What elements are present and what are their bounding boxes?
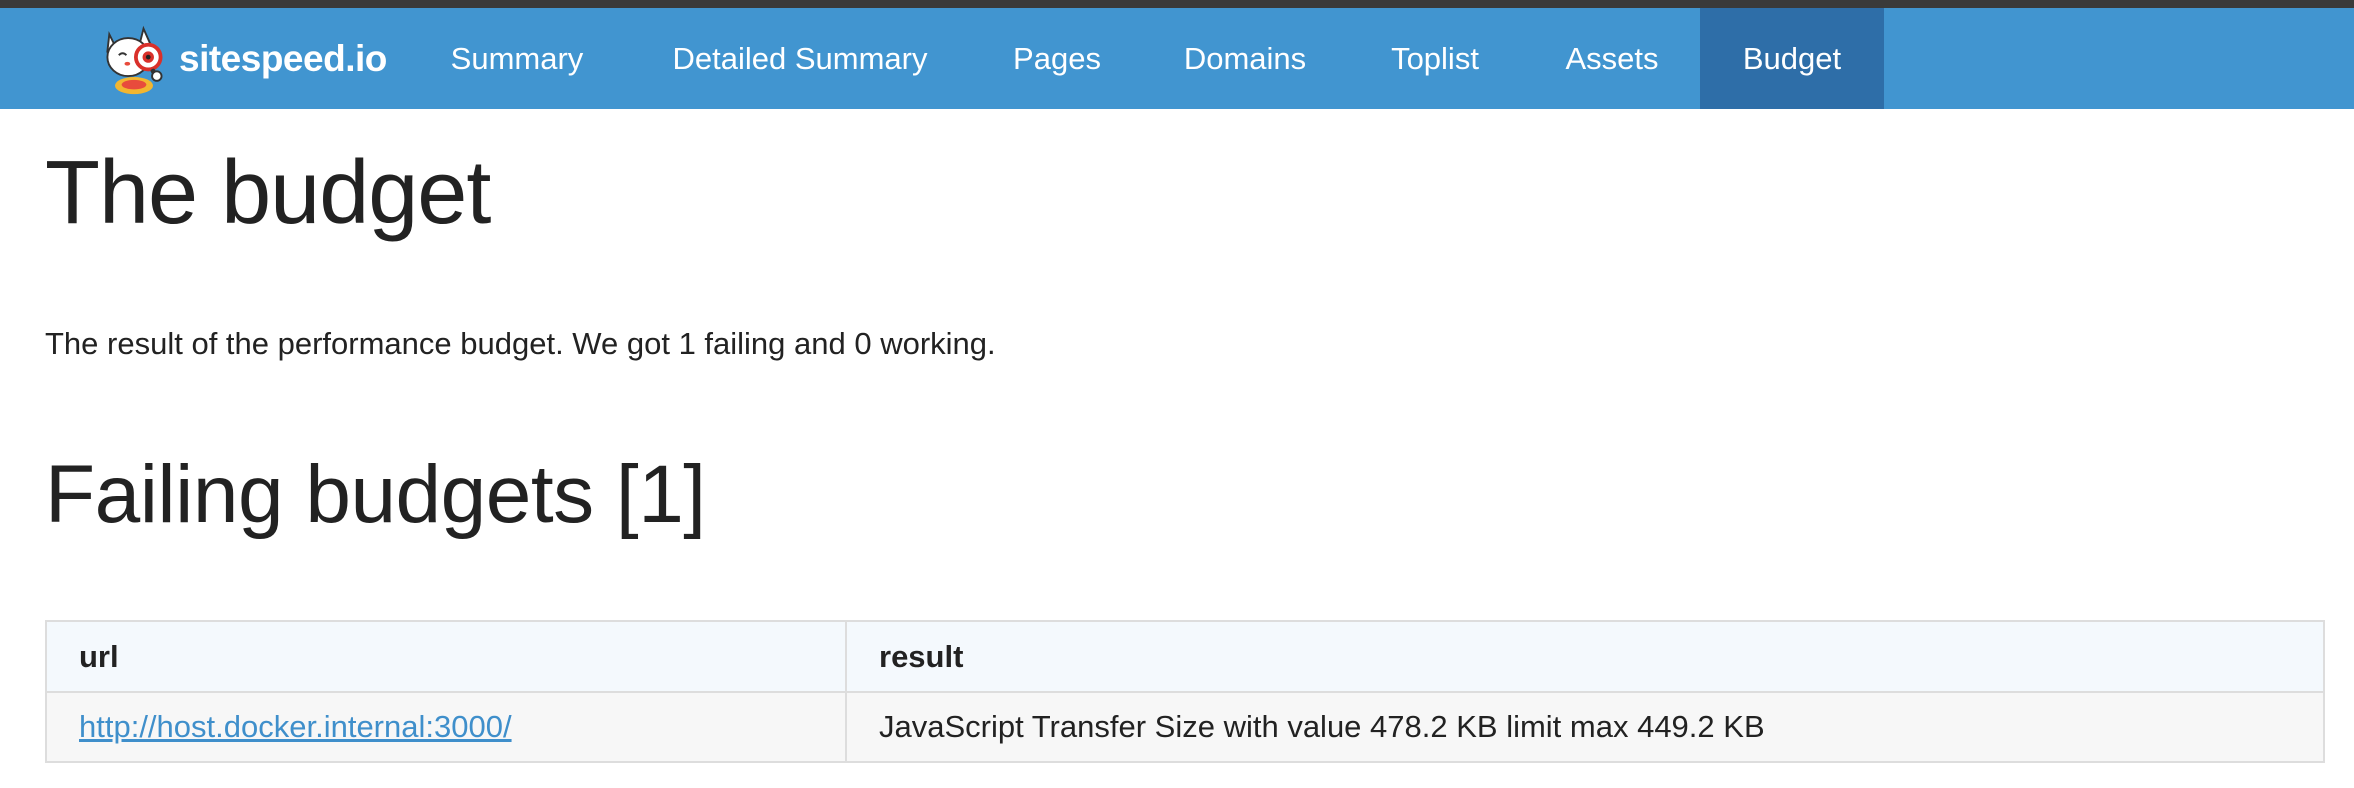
nav-budget[interactable]: Budget — [1700, 8, 1884, 109]
nav-assets[interactable]: Assets — [1536, 8, 1688, 109]
nav-domains[interactable]: Domains — [1155, 8, 1335, 109]
nav-summary[interactable]: Summary — [420, 8, 614, 109]
page-url-link[interactable]: http://host.docker.internal:3000/ — [79, 709, 512, 744]
page-title: The budget — [45, 143, 491, 243]
failing-budgets-heading: Failing budgets [1] — [45, 449, 706, 540]
top-navbar: sitespeed.io Summary Detailed Summary Pa… — [0, 8, 2354, 109]
column-header-result[interactable]: result — [845, 620, 2325, 693]
table-row: http://host.docker.internal:3000/ JavaSc… — [45, 691, 2325, 763]
url-cell: http://host.docker.internal:3000/ — [45, 691, 847, 763]
failing-budgets-table: url result http://host.docker.internal:3… — [45, 620, 2325, 763]
nav-toplist[interactable]: Toplist — [1360, 8, 1510, 109]
budget-summary-text: The result of the performance budget. We… — [45, 326, 996, 361]
column-header-url[interactable]: url — [45, 620, 847, 693]
sitespeed-mascot-icon — [106, 25, 163, 94]
table-header-row: url result — [45, 620, 2325, 693]
result-cell: JavaScript Transfer Size with value 478.… — [845, 691, 2325, 763]
brand-link[interactable]: sitespeed.io — [96, 8, 387, 109]
brand-name: sitespeed.io — [179, 37, 387, 79]
nav-detailed-summary[interactable]: Detailed Summary — [640, 8, 960, 109]
window-top-strip — [0, 0, 2354, 8]
nav-pages[interactable]: Pages — [985, 8, 1129, 109]
